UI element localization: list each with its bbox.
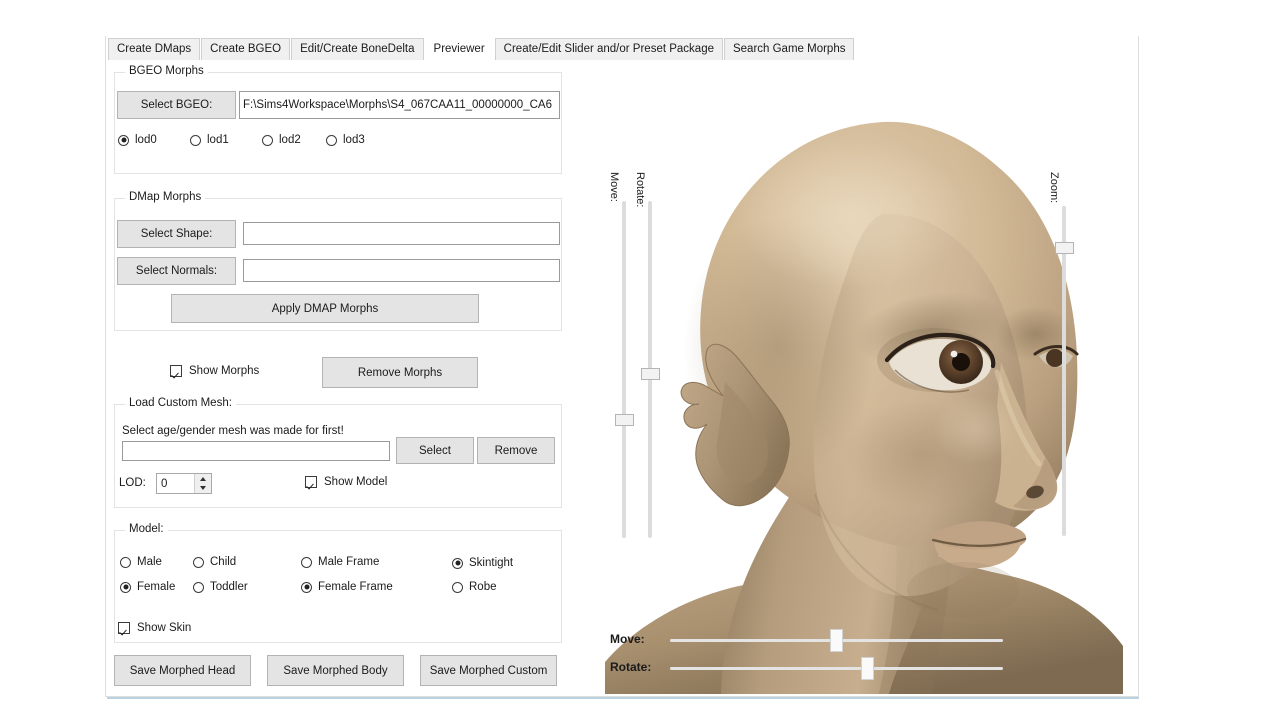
app-root: Create DMaps Create BGEO Edit/Create Bon… xyxy=(0,0,1280,720)
dmap-morphs-legend: DMap Morphs xyxy=(125,191,206,203)
chin-shading xyxy=(907,562,1019,618)
radio-male-indicator xyxy=(120,556,131,568)
radio-child[interactable]: Child xyxy=(193,556,236,568)
remove-morphs-button[interactable]: Remove Morphs xyxy=(322,357,478,388)
zoom-slider-thumb[interactable] xyxy=(1055,242,1074,254)
horizontal-move-slider-thumb[interactable] xyxy=(830,629,843,652)
load-custom-mesh-legend: Load Custom Mesh: xyxy=(125,397,236,409)
eye-catchlight xyxy=(950,350,958,358)
radio-male-frame[interactable]: Male Frame xyxy=(301,556,379,568)
lod-increment-button[interactable] xyxy=(195,474,211,484)
tab-previewer[interactable]: Previewer xyxy=(424,37,494,60)
show-skin-checkbox[interactable]: Show Skin xyxy=(118,622,191,634)
radio-lod0-indicator xyxy=(118,134,129,146)
vertical-rotate-slider-thumb[interactable] xyxy=(641,368,660,380)
model-legend: Model: xyxy=(125,523,168,535)
radio-skintight-indicator xyxy=(452,557,463,569)
previewer-left-panel: BGEO Morphs Select BGEO: F:\Sims4Workspa… xyxy=(0,0,570,686)
radio-skintight-label: Skintight xyxy=(469,557,514,569)
radio-female[interactable]: Female xyxy=(120,581,175,593)
vertical-move-slider-thumb[interactable] xyxy=(615,414,634,426)
radio-robe-label: Robe xyxy=(469,581,497,593)
radio-lod2-indicator xyxy=(262,134,273,146)
zoom-slider-label: Zoom: xyxy=(1048,172,1060,204)
show-skin-label: Show Skin xyxy=(137,622,192,634)
select-shape-button[interactable]: Select Shape: xyxy=(117,220,236,248)
select-mesh-button[interactable]: Select xyxy=(396,437,474,464)
radio-female-frame-indicator xyxy=(301,581,312,593)
cheek-highlight xyxy=(933,396,1017,464)
radio-lod1[interactable]: lod1 xyxy=(190,134,229,146)
show-morphs-checkbox[interactable]: Show Morphs xyxy=(170,365,259,377)
horizontal-rotate-slider-label: Rotate: xyxy=(610,660,652,674)
apply-dmap-morphs-button[interactable]: Apply DMAP Morphs xyxy=(171,294,479,323)
save-morphed-custom-button[interactable]: Save Morphed Custom xyxy=(420,655,557,686)
radio-lod3-indicator xyxy=(326,134,337,146)
radio-child-label: Child xyxy=(210,556,237,568)
horizontal-rotate-slider-track[interactable] xyxy=(670,667,1003,670)
custom-mesh-path-field[interactable] xyxy=(122,441,390,461)
vertical-rotate-slider-label: Rotate: xyxy=(634,172,646,208)
radio-lod1-label: lod1 xyxy=(207,134,229,146)
radio-male[interactable]: Male xyxy=(120,556,162,568)
vertical-move-slider-track[interactable] xyxy=(622,201,626,538)
bgeo-morphs-legend: BGEO Morphs xyxy=(125,65,208,77)
radio-skintight[interactable]: Skintight xyxy=(452,557,513,569)
radio-lod0-label: lod0 xyxy=(135,134,157,146)
radio-robe-indicator xyxy=(452,581,463,593)
radio-female-label: Female xyxy=(137,581,176,593)
mesh-hint-text: Select age/gender mesh was made for firs… xyxy=(122,425,344,437)
show-model-checkbox[interactable]: Show Model xyxy=(305,476,387,488)
crown-highlight xyxy=(733,140,969,288)
head-model-render xyxy=(605,121,1123,694)
select-normals-button[interactable]: Select Normals: xyxy=(117,257,236,285)
zoom-slider-track[interactable] xyxy=(1062,206,1066,536)
lod-value[interactable]: 0 xyxy=(157,474,194,493)
vertical-move-slider-label: Move: xyxy=(608,172,620,202)
remove-mesh-button[interactable]: Remove xyxy=(477,437,555,464)
radio-male-label: Male xyxy=(137,556,162,568)
radio-lod2-label: lod2 xyxy=(279,134,301,146)
radio-lod3[interactable]: lod3 xyxy=(326,134,365,146)
radio-lod3-label: lod3 xyxy=(343,134,365,146)
radio-robe[interactable]: Robe xyxy=(452,581,497,593)
show-morphs-label: Show Morphs xyxy=(189,365,260,377)
radio-child-indicator xyxy=(193,556,204,568)
bgeo-morphs-group: BGEO Morphs xyxy=(114,65,562,174)
radio-toddler-label: Toddler xyxy=(210,581,248,593)
bgeo-path-field[interactable]: F:\Sims4Workspace\Morphs\S4_067CAA11_000… xyxy=(239,91,560,119)
radio-female-frame-label: Female Frame xyxy=(318,581,393,593)
horizontal-move-slider-label: Move: xyxy=(610,632,645,646)
lod-stepper-buttons xyxy=(194,474,211,493)
radio-toddler[interactable]: Toddler xyxy=(193,581,248,593)
dmap-normals-field[interactable] xyxy=(243,259,560,282)
save-morphed-head-button[interactable]: Save Morphed Head xyxy=(114,655,251,686)
radio-lod0[interactable]: lod0 xyxy=(118,134,157,146)
radio-female-frame[interactable]: Female Frame xyxy=(301,581,393,593)
save-morphed-body-button[interactable]: Save Morphed Body xyxy=(267,655,404,686)
radio-male-frame-indicator xyxy=(301,556,312,568)
lod-decrement-button[interactable] xyxy=(195,484,211,494)
horizontal-rotate-slider-thumb[interactable] xyxy=(861,657,874,680)
radio-lod1-indicator xyxy=(190,134,201,146)
radio-lod2[interactable]: lod2 xyxy=(262,134,301,146)
window-bottom-rule xyxy=(107,697,1139,699)
radio-female-indicator xyxy=(120,581,131,593)
show-skin-check-indicator xyxy=(118,622,130,634)
model-preview-viewport[interactable]: Move: Rotate: Zoom: Move: Rotate: xyxy=(583,62,1133,694)
tab-search-game-morphs[interactable]: Search Game Morphs xyxy=(723,38,855,60)
radio-male-frame-label: Male Frame xyxy=(318,556,380,568)
select-bgeo-button[interactable]: Select BGEO: xyxy=(117,91,236,119)
show-morphs-check-indicator xyxy=(170,365,182,377)
show-model-check-indicator xyxy=(305,476,317,488)
lod-stepper[interactable]: 0 xyxy=(156,473,212,494)
dmap-shape-field[interactable] xyxy=(243,222,560,245)
radio-toddler-indicator xyxy=(193,581,204,593)
lod-label: LOD: xyxy=(119,477,146,489)
show-model-label: Show Model xyxy=(324,476,388,488)
